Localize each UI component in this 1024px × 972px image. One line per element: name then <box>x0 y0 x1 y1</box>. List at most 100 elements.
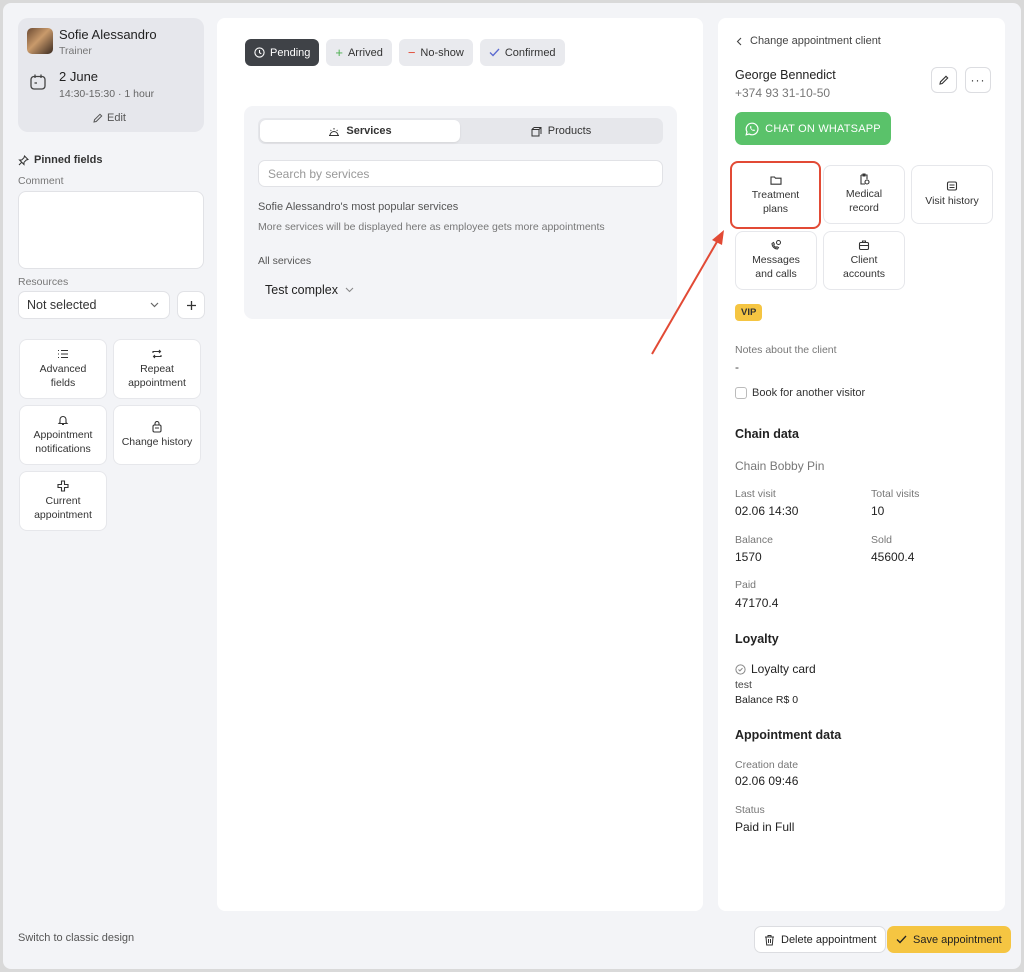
medical-cross-icon <box>57 480 69 492</box>
popular-services-description: More services will be displayed here as … <box>258 221 605 233</box>
tab-services[interactable]: Services <box>260 120 460 142</box>
appointment-window: Sofie Alessandro Trainer 2 June 14:30-15… <box>3 3 1021 969</box>
client-accounts-button[interactable]: Client accounts <box>823 231 905 290</box>
services-products-tabs: Services Products <box>258 118 663 144</box>
appointment-notifications-button[interactable]: Appointment notifications <box>19 405 107 465</box>
avatar <box>27 28 53 54</box>
check-icon <box>896 935 907 944</box>
pinned-fields-heading: Pinned fields <box>18 154 102 166</box>
save-appointment-button[interactable]: Save appointment <box>887 926 1011 953</box>
action-label: record <box>849 202 879 214</box>
check-icon <box>489 48 500 57</box>
advanced-fields-button[interactable]: Advanced fields <box>19 339 107 399</box>
loyalty-card-name: test <box>735 679 752 691</box>
checkbox[interactable] <box>735 387 747 399</box>
status-confirmed-button[interactable]: Confirmed <box>479 39 565 66</box>
list-icon <box>58 349 68 358</box>
action-label: accounts <box>842 268 886 280</box>
client-panel: Change appointment client George Bennedi… <box>718 18 1005 911</box>
add-resource-button[interactable] <box>177 291 205 319</box>
delete-label: Delete appointment <box>781 933 877 946</box>
chevron-down-icon <box>150 302 159 308</box>
status-noshow-button[interactable]: − No-show <box>398 39 473 66</box>
appointment-time: 14:30-15:30 · 1 hour <box>59 88 155 100</box>
plus-icon: + <box>335 45 343 60</box>
tile-label: appointment <box>128 376 186 389</box>
calendar-icon <box>30 74 46 90</box>
popular-services-title: Sofie Alessandro's most popular services <box>258 201 459 213</box>
tile-label: Repeat <box>140 362 174 375</box>
box-icon <box>531 126 542 136</box>
action-label: Visit history <box>925 195 979 208</box>
loyalty-badge-icon <box>735 663 746 675</box>
repeat-icon <box>152 349 162 359</box>
balance-value: 1570 <box>735 550 762 564</box>
services-icon <box>329 127 340 136</box>
change-client-label: Change appointment client <box>750 35 881 47</box>
repeat-appointment-button[interactable]: Repeat appointment <box>113 339 201 399</box>
status-pending-button[interactable]: Pending <box>245 39 320 66</box>
save-label: Save appointment <box>913 933 1002 946</box>
employee-role: Trainer <box>59 45 92 57</box>
checkbox-label: Book for another visitor <box>752 387 866 399</box>
search-input[interactable]: Search by services <box>258 160 663 187</box>
employee-card[interactable]: Sofie Alessandro Trainer 2 June 14:30-15… <box>18 18 204 132</box>
chevron-left-icon <box>736 37 742 45</box>
treatment-plans-button[interactable]: Treatment plans <box>730 161 821 229</box>
tile-label: notifications <box>35 442 91 455</box>
pin-icon <box>18 154 29 166</box>
pencil-icon <box>93 113 103 123</box>
loyalty-card-row: Loyalty card <box>735 662 816 676</box>
change-history-button[interactable]: Change history <box>113 405 201 465</box>
total-visits-label: Total visits <box>871 488 920 500</box>
current-appointment-button[interactable]: Current appointment <box>19 471 107 531</box>
action-label: Medical <box>845 188 883 201</box>
pencil-icon <box>939 75 949 85</box>
tab-products[interactable]: Products <box>461 120 661 142</box>
messages-and-calls-button[interactable]: Messages and calls <box>735 231 817 290</box>
comment-field[interactable] <box>18 191 204 269</box>
switch-classic-design-link[interactable]: Switch to classic design <box>18 932 134 944</box>
total-visits-value: 10 <box>871 504 885 518</box>
tab-label: Products <box>547 125 592 137</box>
clock-icon <box>254 47 265 58</box>
paid-value: 47170.4 <box>735 596 779 610</box>
loyalty-heading: Loyalty <box>735 632 779 646</box>
action-label: and calls <box>755 268 797 280</box>
action-label: Client <box>850 254 878 267</box>
notes-value: - <box>735 360 739 374</box>
history-icon <box>152 420 162 433</box>
visit-history-button[interactable]: Visit history <box>911 165 993 224</box>
status-arrived-button[interactable]: + Arrived <box>326 39 392 66</box>
book-for-another-visitor[interactable]: Book for another visitor <box>735 387 865 399</box>
medical-record-icon <box>860 173 870 185</box>
trash-icon <box>765 934 774 945</box>
more-options-button[interactable]: ··· <box>965 67 991 93</box>
resources-label: Resources <box>18 276 69 288</box>
tab-label: Services <box>346 125 392 137</box>
ellipsis-icon: ··· <box>970 73 986 87</box>
status-label: Pending <box>270 46 311 59</box>
briefcase-icon <box>858 240 870 251</box>
tile-label: Change history <box>121 435 193 448</box>
vip-badge: VIP <box>735 304 763 321</box>
plus-icon <box>186 300 196 310</box>
phone-message-icon <box>771 240 781 250</box>
resources-select[interactable]: Not selected <box>18 291 170 319</box>
status-label: Status <box>735 804 765 816</box>
edit-client-button[interactable] <box>931 67 957 93</box>
delete-appointment-button[interactable]: Delete appointment <box>754 926 887 953</box>
chain-name: Chain Bobby Pin <box>735 459 825 473</box>
whatsapp-button[interactable]: CHAT ON WHATSAPP <box>735 112 891 145</box>
service-group-toggle[interactable]: Test complex <box>265 283 354 297</box>
services-card: Services Products Search by services Sof… <box>244 106 677 319</box>
creation-date-value: 02.06 09:46 <box>735 774 799 788</box>
visit-history-icon <box>946 181 958 191</box>
medical-record-button[interactable]: Medical record <box>823 165 905 224</box>
edit-button[interactable]: Edit <box>93 112 126 124</box>
chevron-down-icon <box>345 287 354 293</box>
change-client-link[interactable]: Change appointment client <box>736 35 881 47</box>
appointment-data-heading: Appointment data <box>735 728 842 742</box>
client-name: George Bennedict <box>735 68 836 82</box>
status-value: Paid in Full <box>735 820 795 834</box>
